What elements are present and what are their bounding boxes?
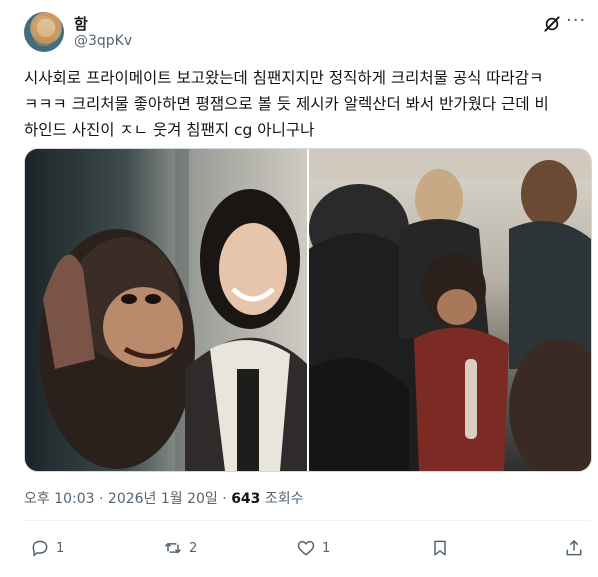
tweet-time[interactable]: 오후 10:03 [24, 491, 95, 507]
meta-separator: · [99, 491, 104, 507]
divider [24, 520, 590, 521]
views-count: 643 [231, 491, 261, 507]
repost-count: 2 [189, 540, 198, 556]
more-icon[interactable]: ··· [566, 12, 586, 34]
tweet-timestamp: 오후 10:03 · 2026년 1월 20일 · 643 조회수 [24, 488, 304, 508]
tweet-text-line: 시사회로 프라이메이트 보고왔는데 침팬지지만 정직하게 크리처물 공식 따라감… [24, 69, 544, 87]
repost-button[interactable]: 2 [163, 538, 197, 558]
repost-icon [164, 542, 182, 554]
author-display-name[interactable]: 함 [74, 13, 88, 34]
meta-separator: · [222, 491, 227, 507]
reply-icon [32, 540, 48, 557]
chimpanzee-and-actress-photo[interactable] [25, 149, 307, 471]
reply-count: 1 [56, 540, 65, 556]
share-icon [566, 539, 582, 556]
tweet-text-line: 하인드 사진이 ㅈㄴ 웃겨 침팬지 cg 아니구나 [24, 121, 315, 139]
heart-icon [297, 540, 315, 556]
avatar[interactable] [24, 12, 64, 52]
tweet-media [24, 148, 592, 472]
like-button[interactable]: 1 [296, 538, 330, 558]
share-button[interactable] [564, 538, 590, 558]
tweet-text: 시사회로 프라이메이트 보고왔는데 침팬지지만 정직하게 크리처물 공식 따라감… [24, 65, 580, 143]
tweet-date[interactable]: 2026년 1월 20일 [108, 491, 218, 507]
grok-icon[interactable] [542, 14, 562, 34]
tweet-card: 함 @3qpKv ··· 시사회로 프라이메이트 보고왔는데 침팬지지만 정직하… [0, 0, 598, 577]
bookmark-icon [434, 540, 446, 556]
chimpanzee-makeup-crew-photo[interactable] [309, 149, 591, 471]
author-handle[interactable]: @3qpKv [74, 33, 132, 49]
tweet-text-line: ㅋㅋㅋ 크리처물 좋아하면 평잼으로 볼 듯 제시카 알렉산더 봐서 반가웠다 … [24, 95, 549, 113]
like-count: 1 [322, 540, 331, 556]
views-label: 조회수 [264, 491, 304, 507]
bookmark-button[interactable] [430, 538, 456, 558]
reply-button[interactable]: 1 [30, 538, 64, 558]
